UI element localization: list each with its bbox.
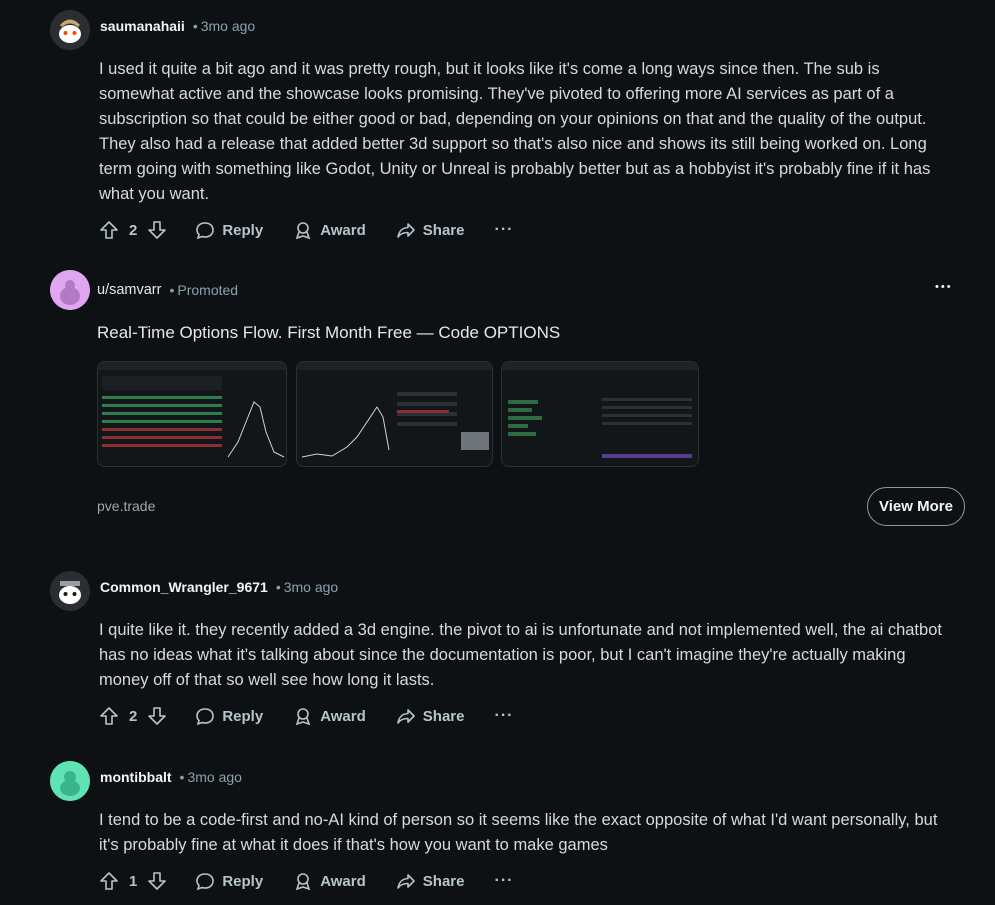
meta-separator: • [192, 18, 198, 34]
comment-body: I quite like it. they recently added a 3… [99, 621, 942, 689]
promoted-image-1[interactable] [97, 361, 287, 467]
view-more-button[interactable]: View More [867, 487, 965, 526]
promoted-avatar[interactable] [50, 270, 90, 310]
downvote-icon[interactable] [147, 220, 167, 240]
comment-actions: 2 Reply Award Share ··· [99, 214, 513, 246]
share-button[interactable]: Share [396, 871, 465, 891]
vote-controls: 2 [99, 220, 167, 240]
award-label: Award [320, 707, 366, 725]
share-icon [396, 709, 415, 724]
award-label: Award [320, 221, 366, 239]
share-label: Share [422, 872, 465, 890]
reply-icon [196, 708, 215, 726]
comment-time[interactable]: 3mo ago [201, 18, 255, 34]
share-button[interactable]: Share [396, 220, 465, 240]
more-options-button[interactable]: ··· [494, 872, 513, 890]
reply-button[interactable]: Reply [195, 871, 263, 891]
promoted-headline[interactable]: Real-Time Options Flow. First Month Free… [97, 323, 560, 343]
award-button[interactable]: Award [293, 706, 366, 726]
reply-icon [196, 222, 215, 240]
reply-button[interactable]: Reply [195, 706, 263, 726]
avatar[interactable] [50, 10, 90, 50]
upvote-icon[interactable] [99, 871, 119, 891]
reply-icon [196, 873, 215, 891]
upvote-icon[interactable] [99, 706, 119, 726]
meta-separator: • [275, 579, 281, 595]
award-button[interactable]: Award [293, 871, 366, 891]
comment-username[interactable]: Common_Wrangler_9671 [100, 579, 268, 595]
vote-count: 2 [129, 707, 138, 725]
share-icon [396, 874, 415, 889]
share-icon [396, 223, 415, 238]
meta-separator: • [169, 282, 175, 298]
share-button[interactable]: Share [396, 706, 465, 726]
downvote-icon[interactable] [147, 706, 167, 726]
award-button[interactable]: Award [293, 220, 366, 240]
promoted-username[interactable]: u/samvarr [97, 282, 161, 298]
award-icon [295, 873, 311, 891]
comment-username[interactable]: montibbalt [100, 769, 172, 785]
vote-controls: 1 [99, 871, 167, 891]
more-options-button[interactable]: ··· [494, 707, 513, 725]
promoted-domain[interactable]: pve.trade [97, 498, 155, 514]
promoted-more-button[interactable]: ••• [935, 281, 953, 293]
vote-count: 2 [129, 221, 138, 239]
comment-username[interactable]: saumanahaii [100, 18, 185, 34]
promoted-image-3[interactable] [501, 361, 699, 467]
comment-time[interactable]: 3mo ago [284, 579, 338, 595]
award-icon [295, 222, 311, 240]
vote-count: 1 [129, 872, 138, 890]
comment-body: I used it quite a bit ago and it was pre… [99, 60, 931, 203]
vote-controls: 2 [99, 706, 167, 726]
award-label: Award [320, 872, 366, 890]
promoted-label: Promoted [177, 282, 239, 298]
meta-separator: • [179, 769, 185, 785]
more-options-button[interactable]: ··· [494, 221, 513, 239]
reply-button[interactable]: Reply [195, 220, 263, 240]
comment-actions: 1 Reply Award Share ··· [99, 865, 513, 897]
reply-label: Reply [222, 872, 264, 890]
award-icon [295, 708, 311, 726]
avatar[interactable] [50, 571, 90, 611]
downvote-icon[interactable] [147, 871, 167, 891]
avatar[interactable] [50, 761, 90, 801]
share-label: Share [422, 707, 465, 725]
comment-time[interactable]: 3mo ago [187, 769, 241, 785]
upvote-icon[interactable] [99, 220, 119, 240]
comment-body: I tend to be a code-first and no-AI kind… [99, 811, 938, 854]
comment-actions: 2 Reply Award Share ··· [99, 700, 513, 732]
reply-label: Reply [222, 707, 264, 725]
reply-label: Reply [222, 221, 264, 239]
share-label: Share [422, 221, 465, 239]
promoted-image-2[interactable] [296, 361, 493, 467]
